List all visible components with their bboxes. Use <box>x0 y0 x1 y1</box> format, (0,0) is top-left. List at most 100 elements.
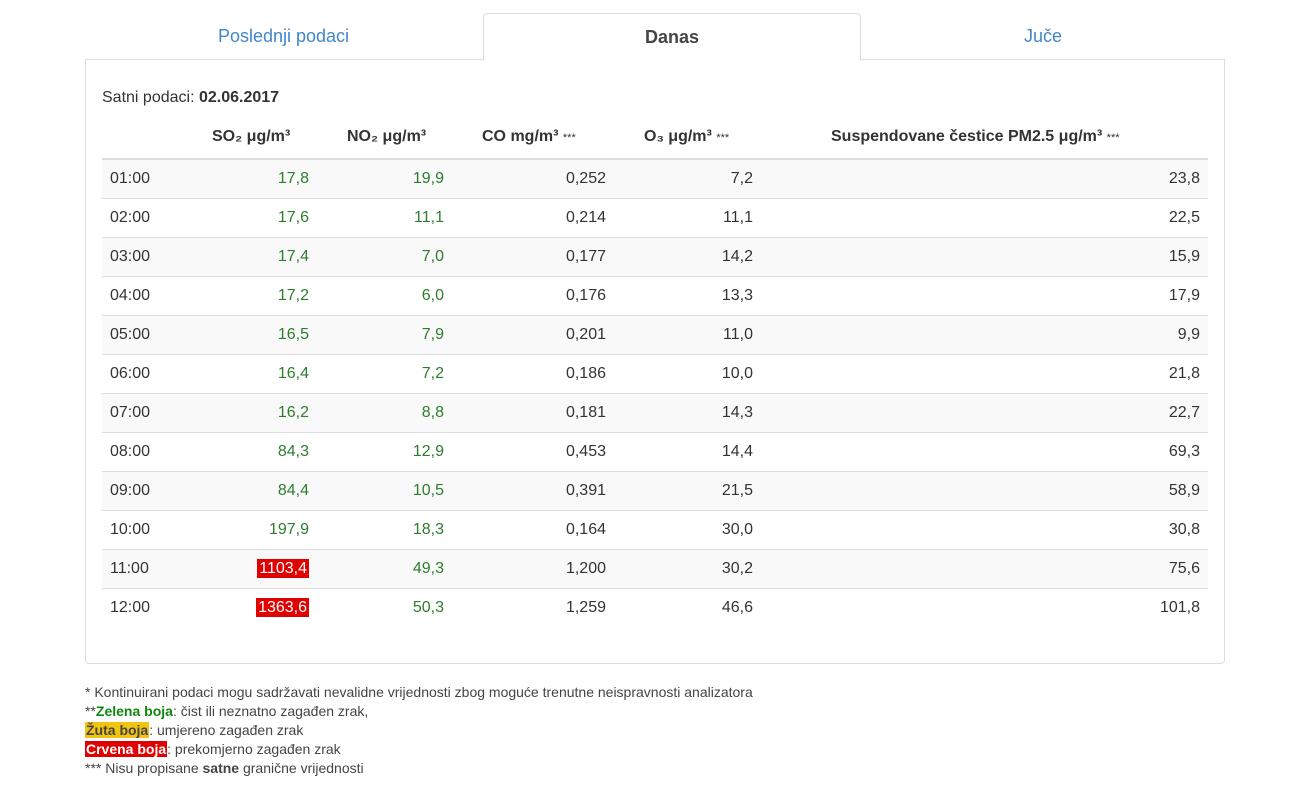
time-cell: 12:00 <box>102 588 182 627</box>
no2-cell: 7,2 <box>317 354 452 394</box>
time-cell: 06:00 <box>102 354 182 394</box>
pm25-cell: 21,8 <box>761 354 1208 394</box>
o3-cell: 11,1 <box>614 198 761 238</box>
subtitle-label: Satni podaci: <box>102 89 199 106</box>
co-cell: 0,391 <box>452 471 614 511</box>
o3-cell: 7,2 <box>614 158 761 199</box>
table-row: 02:00 17,6 11,1 0,214 11,1 22,5 <box>102 198 1208 238</box>
time-cell: 11:00 <box>102 549 182 589</box>
legend-notes: * Kontinuirani podaci mogu sadržavati ne… <box>85 683 753 778</box>
time-cell: 05:00 <box>102 315 182 355</box>
subtitle: Satni podaci: 02.06.2017 <box>102 89 279 107</box>
o3-cell: 30,2 <box>614 549 761 589</box>
pm25-cell: 58,9 <box>761 471 1208 511</box>
subtitle-date: 02.06.2017 <box>198 89 280 106</box>
hourly-data-table: SO₂ μg/m³ NO₂ μg/m³ CO mg/m³ *** O₃ μg/m… <box>102 116 1208 627</box>
o3-cell: 14,3 <box>614 393 761 433</box>
so2-cell: 17,4 <box>182 237 317 277</box>
co-cell: 1,259 <box>452 588 614 627</box>
so2-cell: 1103,4 <box>182 549 317 589</box>
no2-cell: 10,5 <box>317 471 452 511</box>
co-cell: 0,176 <box>452 276 614 316</box>
time-cell: 08:00 <box>102 432 182 472</box>
co-cell: 0,214 <box>452 198 614 238</box>
note-red: Crvena boja: prekomjerno zagađen zrak <box>85 741 341 757</box>
o3-cell: 14,4 <box>614 432 761 472</box>
no2-cell: 6,0 <box>317 276 452 316</box>
pm25-cell: 22,7 <box>761 393 1208 433</box>
green-label: Zelena boja <box>95 703 173 719</box>
pm25-cell: 17,9 <box>761 276 1208 316</box>
co-cell: 0,252 <box>452 158 614 199</box>
no2-cell: 50,3 <box>317 588 452 627</box>
note-invalid-data: * Kontinuirani podaci mogu sadržavati ne… <box>85 684 753 700</box>
table-row: 06:00 16,4 7,2 0,186 10,0 21,8 <box>102 354 1208 394</box>
so2-cell: 17,8 <box>182 158 317 199</box>
header-so2: SO₂ μg/m³ <box>182 116 317 160</box>
note-yellow: Žuta boja: umjereno zagađen zrak <box>85 722 304 738</box>
pm25-cell: 15,9 <box>761 237 1208 277</box>
table-row: 03:00 17,4 7,0 0,177 14,2 15,9 <box>102 237 1208 277</box>
pm25-cell: 9,9 <box>761 315 1208 355</box>
pm25-cell: 30,8 <box>761 510 1208 550</box>
o3-cell: 21,5 <box>614 471 761 511</box>
so2-cell: 197,9 <box>182 510 317 550</box>
table-row: 08:00 84,3 12,9 0,453 14,4 69,3 <box>102 432 1208 472</box>
time-cell: 03:00 <box>102 237 182 277</box>
no2-cell: 49,3 <box>317 549 452 589</box>
co-cell: 0,201 <box>452 315 614 355</box>
pm25-cell: 75,6 <box>761 549 1208 589</box>
header-co: CO mg/m³ *** <box>452 116 614 160</box>
note-limits: *** Nisu propisane satne granične vrijed… <box>85 760 364 776</box>
red-label: Crvena boja <box>85 741 168 757</box>
table-row: 05:00 16,5 7,9 0,201 11,0 9,9 <box>102 315 1208 355</box>
table-header-row: SO₂ μg/m³ NO₂ μg/m³ CO mg/m³ *** O₃ μg/m… <box>102 116 1208 160</box>
no2-cell: 12,9 <box>317 432 452 472</box>
co-cell: 0,177 <box>452 237 614 277</box>
no2-cell: 19,9 <box>317 158 452 199</box>
table-row: 09:00 84,4 10,5 0,391 21,5 58,9 <box>102 471 1208 511</box>
note-green: **Zelena boja: čist ili neznatno zagađen… <box>85 703 369 719</box>
no2-cell: 11,1 <box>317 198 452 238</box>
table-row: 07:00 16,2 8,8 0,181 14,3 22,7 <box>102 393 1208 433</box>
time-cell: 07:00 <box>102 393 182 433</box>
time-cell: 04:00 <box>102 276 182 316</box>
so2-cell: 17,6 <box>182 198 317 238</box>
table-row: 01:00 17,8 19,9 0,252 7,2 23,8 <box>102 158 1208 199</box>
co-cell: 0,186 <box>452 354 614 394</box>
pm25-cell: 22,5 <box>761 198 1208 238</box>
tab-latest[interactable]: Poslednji podaci <box>85 13 482 59</box>
table-row: 11:00 1103,4 49,3 1,200 30,2 75,6 <box>102 549 1208 589</box>
tab-today[interactable]: Danas <box>483 13 861 61</box>
header-o3: O₃ μg/m³ *** <box>614 116 761 160</box>
no2-cell: 7,9 <box>317 315 452 355</box>
so2-cell: 16,4 <box>182 354 317 394</box>
header-pm25: Suspendovane čestice PM2.5 μg/m³ *** <box>761 116 1208 160</box>
table-row: 10:00 197,9 18,3 0,164 30,0 30,8 <box>102 510 1208 550</box>
table-row: 12:00 1363,6 50,3 1,259 46,6 101,8 <box>102 588 1208 627</box>
pm25-cell: 23,8 <box>761 158 1208 199</box>
co-cell: 0,453 <box>452 432 614 472</box>
so2-cell: 16,5 <box>182 315 317 355</box>
o3-cell: 46,6 <box>614 588 761 627</box>
o3-cell: 30,0 <box>614 510 761 550</box>
no2-cell: 8,8 <box>317 393 452 433</box>
co-cell: 0,181 <box>452 393 614 433</box>
pm25-cell: 69,3 <box>761 432 1208 472</box>
pm25-cell: 101,8 <box>761 588 1208 627</box>
co-cell: 0,164 <box>452 510 614 550</box>
o3-cell: 11,0 <box>614 315 761 355</box>
header-no2: NO₂ μg/m³ <box>317 116 452 160</box>
so2-cell: 84,4 <box>182 471 317 511</box>
o3-cell: 14,2 <box>614 237 761 277</box>
so2-cell: 1363,6 <box>182 588 317 627</box>
o3-cell: 10,0 <box>614 354 761 394</box>
no2-cell: 7,0 <box>317 237 452 277</box>
tab-yesterday[interactable]: Juče <box>861 13 1225 59</box>
time-cell: 09:00 <box>102 471 182 511</box>
data-panel: Satni podaci: 02.06.2017 SO₂ μg/m³ NO₂ μ… <box>85 59 1225 664</box>
yellow-label: Žuta boja <box>85 722 150 738</box>
so2-cell: 17,2 <box>182 276 317 316</box>
co-cell: 1,200 <box>452 549 614 589</box>
tab-bar: Poslednji podaci Danas Juče <box>85 13 1225 61</box>
